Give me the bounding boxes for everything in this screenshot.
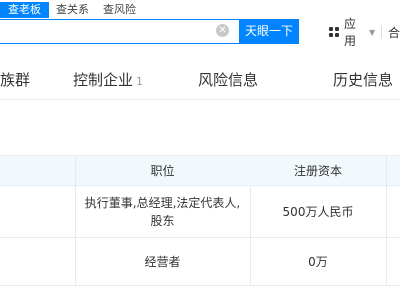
table-row: 执行董事,总经理,法定代表人, 股东 500万人民币: [0, 186, 400, 238]
capital-cell: 500万人民币: [282, 204, 354, 219]
nav-item-history-info[interactable]: 历史信息: [333, 69, 393, 90]
nav-item-controlled-companies[interactable]: 控制企业 1: [73, 69, 143, 90]
tab-boss[interactable]: 查老板: [0, 2, 49, 18]
tab-risk[interactable]: 查风险: [96, 2, 143, 18]
top-header: 查老板 查关系 查风险 ✕ 天眼一下 应用 ▼ 合: [0, 0, 400, 60]
divider: [386, 186, 387, 237]
divider: [386, 156, 387, 185]
app-menu[interactable]: 应用 ▼ 合: [329, 17, 400, 48]
divider: [381, 26, 382, 38]
nav-item-group[interactable]: 族群: [0, 69, 30, 90]
position-text: 股东: [150, 213, 175, 228]
position-text: 执行董事,总经理,法定代表人,: [84, 195, 241, 210]
nav-label: 风险信息: [198, 71, 259, 89]
nav-label: 历史信息: [333, 71, 394, 89]
divider: [386, 238, 387, 285]
section-nav: 族群 控制企业 1 风险信息 历史信息: [0, 60, 400, 100]
header-link-cut[interactable]: 合: [388, 24, 400, 41]
capital-cell: 0万: [308, 254, 328, 269]
search-type-tabs: 查老板 查关系 查风险: [0, 2, 143, 18]
nav-item-risk-info[interactable]: 风险信息: [198, 69, 258, 90]
grid-icon: [329, 27, 339, 37]
nav-count: 1: [136, 75, 144, 88]
table-header: 职位 注册资本: [0, 155, 400, 186]
app-label: 应用: [344, 17, 357, 48]
search-button[interactable]: 天眼一下: [239, 19, 299, 44]
column-header-position: 职位: [150, 164, 175, 178]
nav-label: 控制企业: [73, 71, 134, 89]
nav-label: 族群: [0, 71, 31, 89]
clear-icon[interactable]: ✕: [216, 24, 229, 37]
table-row: 经营者 0万: [0, 238, 400, 286]
tab-relation[interactable]: 查关系: [49, 2, 96, 18]
position-cell: 执行董事,总经理,法定代表人, 股东: [75, 186, 250, 237]
position-cell: 经营者: [144, 254, 181, 269]
chevron-down-icon: ▼: [368, 27, 376, 37]
search-input[interactable]: [0, 19, 239, 44]
column-header-capital: 注册资本: [293, 164, 342, 178]
